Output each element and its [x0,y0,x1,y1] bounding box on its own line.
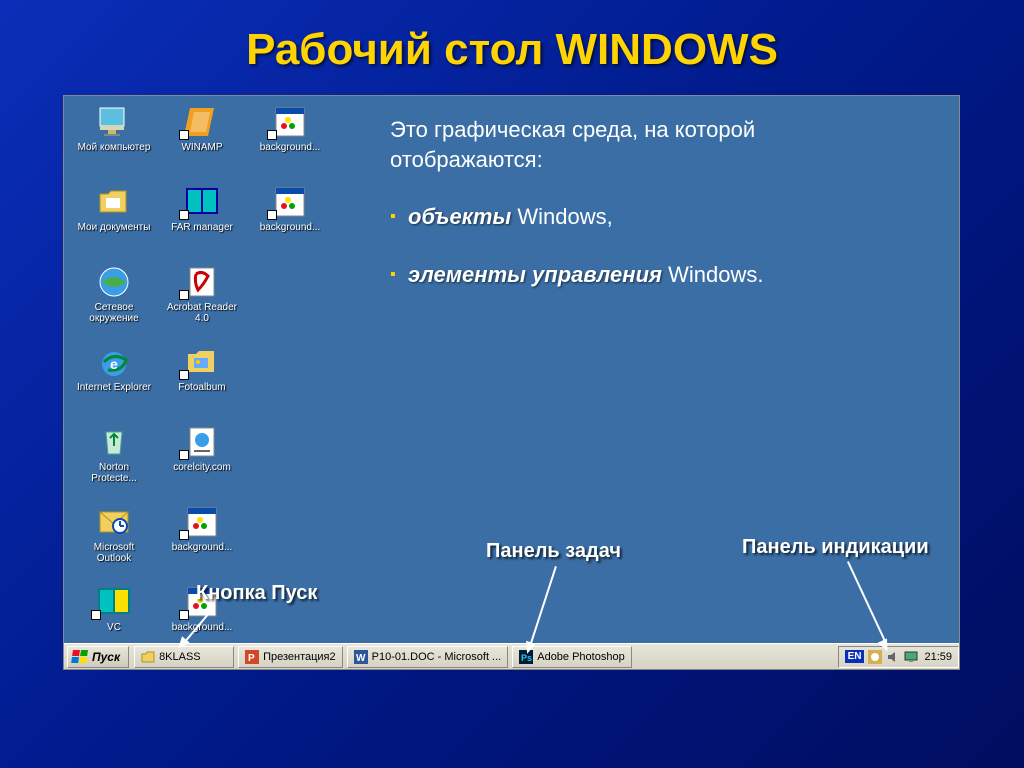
bullet-controls: элементы управления Windows. [390,260,910,290]
desktop-icon-acrobat-reader[interactable]: ↗ Acrobat Reader 4.0 [162,264,242,336]
shortcut-arrow-icon: ↗ [267,210,277,220]
description-intro: Это графическая среда, на которой отобра… [390,115,910,174]
start-button[interactable]: Пуск [67,646,129,668]
desktop-icon-norton-protected[interactable]: Norton Protecte... [74,424,154,496]
outlook-label: Microsoft Outlook [76,542,152,564]
language-indicator[interactable]: EN [845,650,865,663]
slide-title: Рабочий стол WINDOWS [0,0,1024,89]
bullet-controls-em: элементы управления [408,262,662,287]
internet-explorer-icon: e [96,344,132,380]
shortcut-arrow-icon: ↗ [179,130,189,140]
bullet-controls-rest: Windows. [662,262,763,287]
desktop-icon-outlook[interactable]: Microsoft Outlook [74,504,154,576]
shortcut-arrow-icon: ↗ [179,290,189,300]
desktop-icon-my-documents[interactable]: Мои документы [74,184,154,256]
shortcut-arrow-icon: ↗ [267,130,277,140]
clock: 21:59 [924,651,952,663]
task-8klass-icon [141,650,155,664]
callout-systray: Панель индикации [742,536,929,559]
norton-protected-label: Norton Protecte... [76,462,152,484]
far-manager-label: FAR manager [171,222,233,233]
tray-icon-1[interactable] [868,650,882,664]
shortcut-arrow-icon: ↗ [179,530,189,540]
task-presentation-icon: P [245,650,259,664]
fotoalbum-icon [184,344,220,380]
shortcut-arrow-icon: ↗ [179,610,189,620]
task-word-icon: W [354,650,368,664]
shortcut-arrow-icon: ↗ [179,450,189,460]
my-documents-icon [96,184,132,220]
my-computer-icon [96,104,132,140]
desktop-icon-winamp[interactable]: ↗ WINAMP [162,104,242,176]
start-button-label: Пуск [92,650,120,664]
svg-text:P: P [248,653,255,664]
vc-label: VC [107,622,121,633]
tray-icon-volume[interactable] [886,650,900,664]
shortcut-arrow-icon: ↗ [179,210,189,220]
network-places-icon [96,264,132,300]
svg-text:W: W [356,653,366,664]
acrobat-reader-label: Acrobat Reader 4.0 [164,302,240,324]
callout-start-button: Кнопка Пуск [196,582,317,605]
background4-label: background... [172,622,233,633]
task-word[interactable]: W P10-01.DOC - Microsoft ... [347,646,509,668]
corelcity-icon [184,424,220,460]
norton-protected-icon [96,424,132,460]
bullet-objects-rest: Windows, [511,204,612,229]
shortcut-arrow-icon: ↗ [91,610,101,620]
desktop-icon-internet-explorer[interactable]: e Internet Explorer [74,344,154,416]
network-places-label: Сетевое окружение [76,302,152,324]
desktop-icon-fotoalbum[interactable]: ↗ Fotoalbum [162,344,242,416]
task-word-label: P10-01.DOC - Microsoft ... [372,651,502,663]
task-presentation-label: Презентация2 [263,651,336,663]
shortcut-arrow-icon: ↗ [179,370,189,380]
taskbar: Пуск 8KLASS P Презентация2 W P10-01.DOC - Mi… [64,643,959,669]
desktop-icon-corelcity[interactable]: ↗ corelcity.com [162,424,242,496]
background2-icon [272,184,308,220]
outlook-icon [96,504,132,540]
corelcity-label: corelcity.com [173,462,231,473]
background1-icon [272,104,308,140]
far-manager-icon [184,184,220,220]
desktop-icon-background2[interactable]: ↗ background... [250,184,330,256]
desktop-icon-network-places[interactable]: Сетевое окружение [74,264,154,336]
fotoalbum-label: Fotoalbum [178,382,225,393]
slide-description: Это графическая среда, на которой отобра… [390,115,910,318]
svg-text:e: e [110,356,118,372]
desktop-icon-far-manager[interactable]: ↗ FAR manager [162,184,242,256]
desktop-icon-background3[interactable]: ↗ background... [162,504,242,576]
my-documents-label: Мои документы [78,222,151,233]
internet-explorer-label: Internet Explorer [77,382,151,393]
winamp-icon [184,104,220,140]
task-8klass-label: 8KLASS [159,651,201,663]
my-computer-label: Мой компьютер [78,142,151,153]
bullet-objects: объекты Windows, [390,202,910,232]
vc-icon [96,584,132,620]
desktop-icons-area: Мой компьютер ↗ WINAMP ↗ background... Мои до… [70,102,334,662]
tray-icon-display[interactable] [904,650,918,664]
windows-flag-icon [71,650,89,664]
bullet-objects-em: объекты [408,204,511,229]
background2-label: background... [260,222,321,233]
background3-label: background... [172,542,233,553]
acrobat-reader-icon [184,264,220,300]
callout-taskbar: Панель задач [486,540,621,563]
background3-icon [184,504,220,540]
winamp-label: WINAMP [181,142,222,153]
desktop-icon-my-computer[interactable]: Мой компьютер [74,104,154,176]
task-photoshop-label: Adobe Photoshop [537,651,624,663]
task-presentation[interactable]: P Презентация2 [238,646,343,668]
background1-label: background... [260,142,321,153]
desktop-icon-background1[interactable]: ↗ background... [250,104,330,176]
system-tray: EN 21:59 [838,646,959,668]
